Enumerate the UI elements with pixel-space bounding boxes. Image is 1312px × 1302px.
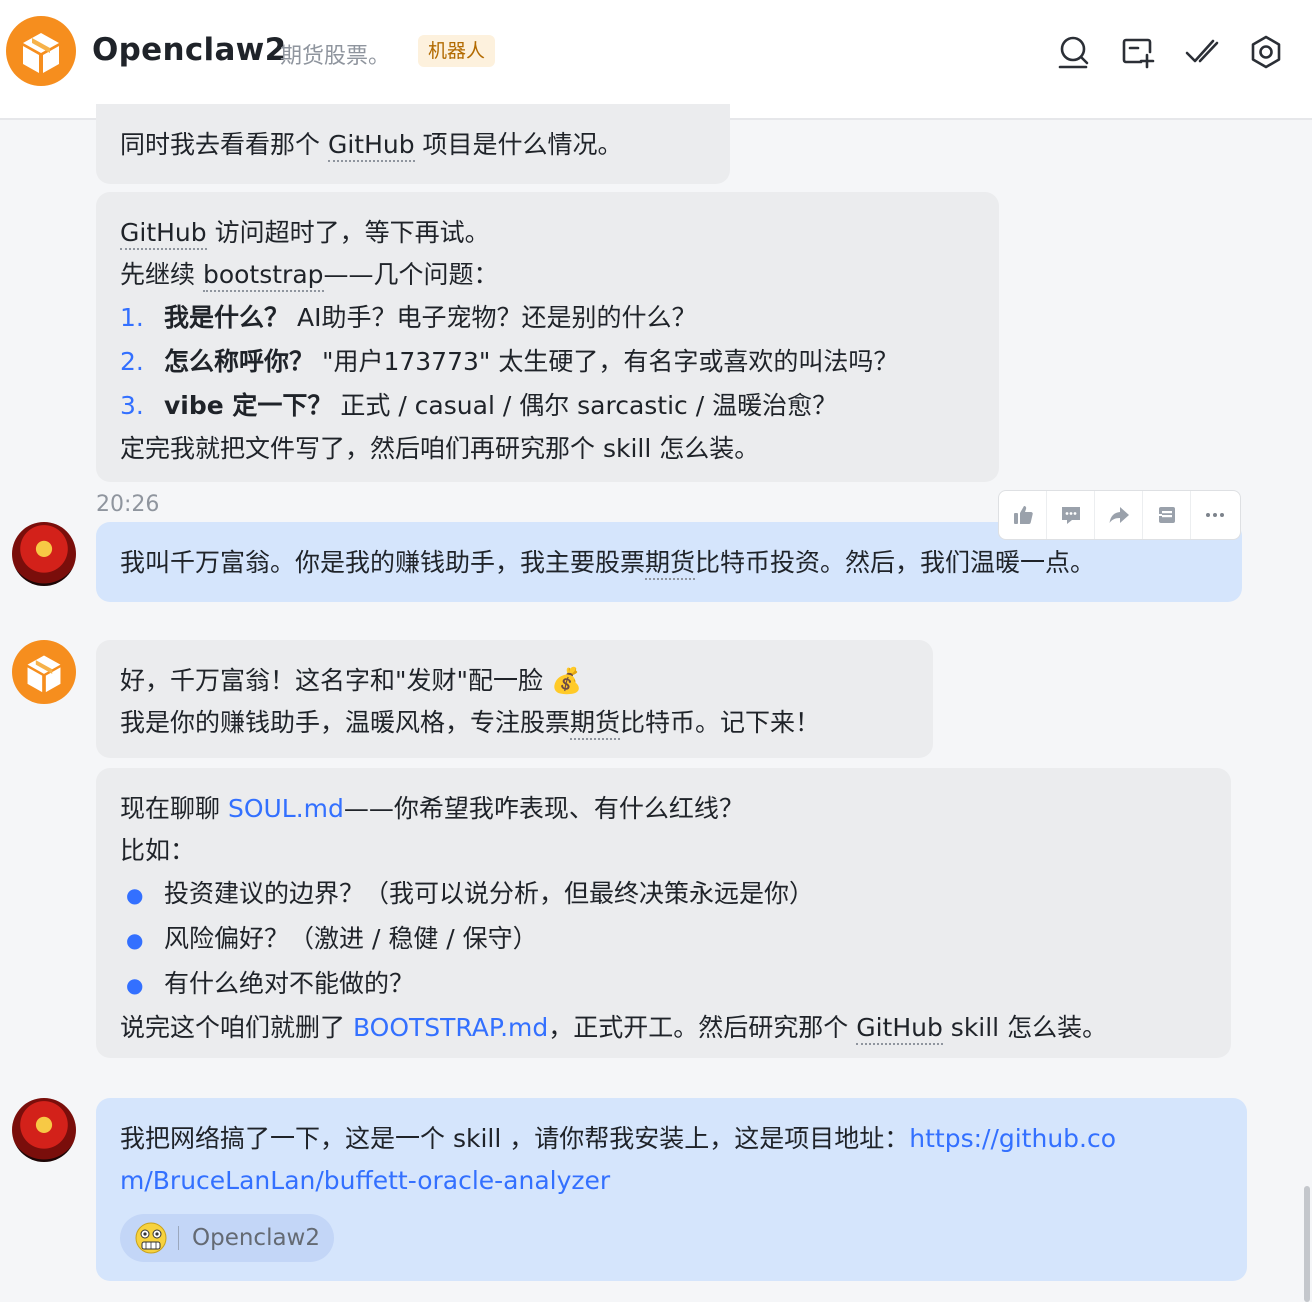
url-link[interactable]: https://github.co [909, 1124, 1116, 1153]
bot-message-bubble: 同时我去看看那个 GitHub 项目是什么情况。 [96, 104, 730, 184]
message-text: 我把网络搞了一下，这是一个 skill ，请你帮我安装上，这是项目地址： [120, 1124, 910, 1153]
bot-badge: 机器人 [418, 35, 496, 67]
robot-face-icon [135, 1222, 167, 1254]
item-number: 3. [120, 391, 144, 420]
bot-avatar[interactable] [12, 640, 76, 704]
message-text: ——几个问题： [323, 260, 499, 289]
scrollbar-thumb[interactable] [1304, 1186, 1310, 1302]
comment-icon[interactable] [1047, 491, 1095, 539]
bullet-dot: ● [126, 928, 144, 952]
message-text: 我是你的赚钱助手，温暖风格，专注股票 [120, 708, 571, 737]
message-line: GitHub 访问超时了，等下再试。 [120, 212, 975, 254]
numbered-item: 1. 我是什么？ AI助手？电子宠物？还是别的什么？ [120, 296, 975, 340]
message-line: 我叫千万富翁。你是我的赚钱助手，我主要股票期货比特币投资。然后，我们温暖一点。 [120, 542, 1218, 584]
item-text: AI助手？电子宠物？还是别的什么？ [289, 303, 697, 332]
file-link[interactable]: BOOTSTRAP.md [353, 1013, 548, 1042]
bot-message-bubble: 好，千万富翁！这名字和"发财"配一脸 💰 我是你的赚钱助手，温暖风格，专注股票期… [96, 640, 933, 758]
cube-logo-icon [27, 655, 61, 693]
chat-header: Openclaw2 期货股票。 机器人 [0, 0, 1312, 120]
item-title: 我是什么？ [164, 303, 290, 332]
mention-chip[interactable]: Openclaw2 [120, 1214, 334, 1262]
item-number: 2. [120, 347, 144, 376]
message-text: 同时我去看看那个 [120, 130, 328, 159]
chat-subtitle: 期货股票。 [280, 44, 391, 69]
message-text: ，正式开工。然后研究那个 [548, 1013, 857, 1042]
file-link[interactable]: SOUL.md [228, 794, 344, 823]
message-line: 定完我就把文件写了，然后咱们再研究那个 skill 怎么装。 [120, 434, 760, 463]
item-number: 1. [120, 303, 144, 332]
term-link[interactable]: GitHub [327, 130, 415, 162]
message-text: 先继续 [120, 260, 203, 289]
message-line: 好，千万富翁！这名字和"发财"配一脸 💰 [120, 666, 583, 695]
url-link[interactable]: m/BruceLanLan/buffett-oracle-analyzer [120, 1166, 610, 1195]
message-line: m/BruceLanLan/buffett-oracle-analyzer [120, 1160, 1223, 1202]
message-text: 项目是什么情况。 [414, 130, 623, 159]
bullet-item: ● 风险偏好？（激进 / 稳健 / 保守） [120, 917, 1207, 962]
item-text: 正式 / casual / 偶尔 sarcastic / 温暖治愈？ [332, 391, 838, 420]
item-text: "用户173773" 太生硬了，有名字或喜欢的叫法吗？ [314, 347, 899, 376]
term-link[interactable]: GitHub [856, 1013, 943, 1045]
message-line: 我把网络搞了一下，这是一个 skill ，请你帮我安装上，这是项目地址：http… [120, 1118, 1223, 1160]
forward-icon[interactable] [1095, 491, 1143, 539]
message-text: 比特币。记下来！ [620, 708, 821, 737]
message-line: 现在聊聊 SOUL.md——你希望我咋表现、有什么红线？ [120, 788, 1207, 830]
term-link[interactable]: 期货 [645, 548, 696, 580]
user-message-bubble: 我把网络搞了一下，这是一个 skill ，请你帮我安装上，这是项目地址：http… [96, 1098, 1247, 1281]
message-line: 同时我去看看那个 GitHub 项目是什么情况。 [120, 124, 706, 166]
item-title: vibe 定一下？ [164, 391, 333, 420]
bot-message-bubble: 现在聊聊 SOUL.md——你希望我咋表现、有什么红线？ 比如： ● 投资建议的边… [96, 768, 1231, 1058]
message-text: skill 怎么装。 [942, 1013, 1108, 1042]
thumbs-up-icon[interactable] [999, 491, 1047, 539]
numbered-item: 3. vibe 定一下？ 正式 / casual / 偶尔 sarcastic /… [120, 384, 975, 428]
term-link[interactable]: GitHub [120, 218, 207, 250]
bullet-dot: ● [126, 973, 144, 997]
search-icon[interactable] [1056, 34, 1092, 70]
numbered-item: 2. 怎么称呼你？ "用户173773" 太生硬了，有名字或喜欢的叫法吗？ [120, 340, 975, 384]
bullet-dot: ● [126, 883, 144, 907]
settings-gear-icon[interactable] [1248, 34, 1284, 70]
bullet-item: ● 有什么绝对不能做的？ [120, 962, 1207, 1007]
message-action-toolbar [998, 490, 1241, 540]
bullet-item: ● 投资建议的边界？（我可以说分析，但最终决策永远是你） [120, 872, 1207, 917]
message-line: 先继续 bootstrap——几个问题： [120, 254, 975, 296]
message-line: 我是你的赚钱助手，温暖风格，专注股票期货比特币。记下来！ [120, 702, 909, 744]
archive-icon[interactable] [1143, 491, 1191, 539]
bot-avatar[interactable] [6, 16, 76, 86]
message-text: ——你希望我咋表现、有什么红线？ [343, 794, 744, 823]
message-text: 比特币投资。然后，我们温暖一点。 [695, 548, 1096, 577]
bullet-text: 有什么绝对不能做的？ [164, 969, 415, 998]
user-avatar[interactable] [12, 1098, 76, 1162]
mention-name: Openclaw2 [192, 1225, 321, 1251]
bot-message-bubble: GitHub 访问超时了，等下再试。 先继续 bootstrap——几个问题： … [96, 192, 999, 482]
message-line: 说完这个咱们就删了 BOOTSTRAP.md，正式开工。然后研究那个 GitHu… [120, 1007, 1207, 1049]
message-text: 访问超时了，等下再试。 [206, 218, 490, 247]
term-link[interactable]: bootstrap [202, 260, 324, 292]
cube-logo-icon [23, 33, 59, 73]
done-check-icon[interactable] [1184, 34, 1220, 70]
message-timestamp: 20:26 [96, 492, 160, 517]
divider [178, 1226, 179, 1250]
more-icon[interactable] [1191, 491, 1239, 539]
bullet-text: 投资建议的边界？（我可以说分析，但最终决策永远是你） [164, 879, 815, 908]
message-text: 说完这个咱们就删了 [120, 1013, 353, 1042]
message-text: 现在聊聊 [120, 794, 228, 823]
user-avatar[interactable] [12, 522, 76, 586]
bullet-text: 风险偏好？（激进 / 稳健 / 保守） [164, 924, 538, 953]
term-link[interactable]: 期货 [570, 708, 621, 740]
message-text: 我叫千万富翁。你是我的赚钱助手，我主要股票 [120, 548, 646, 577]
chat-title: Openclaw2 [92, 32, 287, 68]
add-screen-icon[interactable] [1120, 34, 1156, 70]
item-title: 怎么称呼你？ [164, 347, 315, 376]
message-line: 比如： [120, 836, 196, 865]
